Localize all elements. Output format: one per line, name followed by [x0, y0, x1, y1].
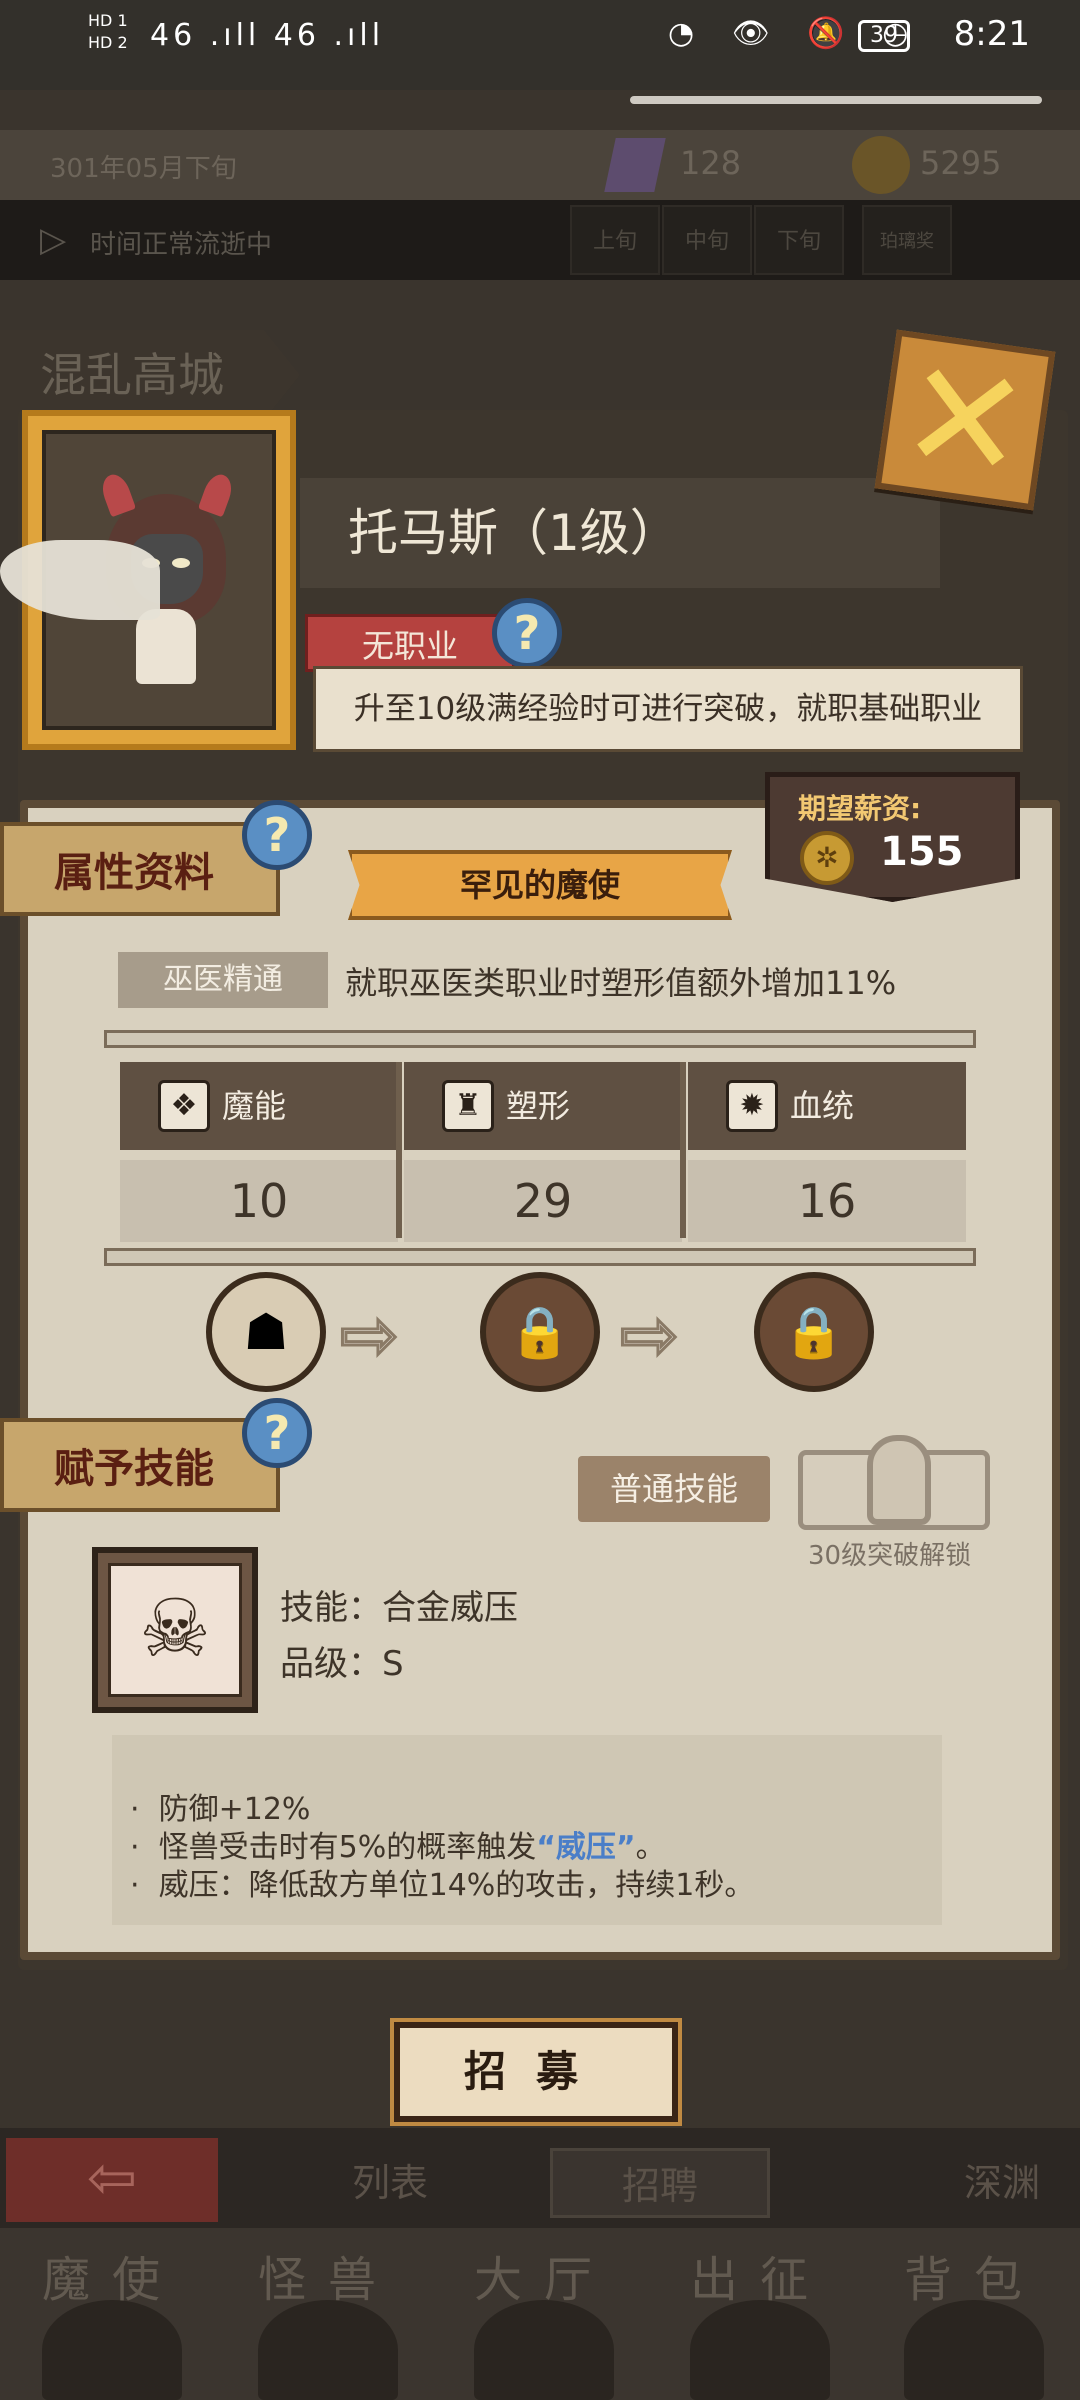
mask-icon: ☠ [108, 1563, 242, 1697]
date-text: 301年05月下旬 [50, 154, 237, 184]
stat-divider [396, 1062, 402, 1238]
crystal-count: 128 [680, 144, 742, 182]
stat-shape: 塑形 ♜ 29 [404, 1062, 682, 1242]
envoy-icon [42, 2300, 182, 2400]
arrow-icon: ⇨ [339, 1294, 401, 1376]
coin-icon: ✲ [800, 831, 854, 885]
status-bar: HD 1 HD 2 46 .ıll 46 .ıll ◔ 👁 🔕 ◷ 39 8:2… [0, 0, 1080, 90]
arrow-icon: ⇨ [619, 1294, 681, 1376]
sim-indicator: HD 1 HD 2 [88, 11, 128, 52]
time-status: 时间正常流逝中 [90, 230, 273, 260]
clock: 8:21 [953, 14, 1030, 54]
stat-value: 29 [404, 1160, 682, 1242]
drag-handle[interactable] [630, 96, 1042, 104]
locked-caption: 30级突破解锁 [808, 1541, 972, 1571]
hood-icon: ☗ [243, 1303, 289, 1361]
period-early[interactable]: 上旬 [570, 205, 660, 275]
trait-name: 巫医精通 [118, 952, 328, 1008]
bloodline-icon: ✹ [726, 1080, 778, 1132]
attributes-help-button[interactable]: ? [242, 800, 312, 870]
progression-node-locked-1[interactable]: 🔒 [480, 1272, 600, 1392]
job-tag: 无职业 [305, 614, 515, 672]
normal-skill-button[interactable]: 普通技能 [578, 1456, 770, 1522]
salary-badge: 期望薪资: ✲ 155 [765, 772, 1020, 902]
shape-icon: ♜ [442, 1080, 494, 1132]
horn-left [97, 470, 137, 518]
horn-right [197, 470, 237, 518]
skill-grade: 品级：S [280, 1644, 404, 1684]
character-name: 托马斯（1级） [300, 478, 940, 588]
period-late[interactable]: 下旬 [754, 205, 844, 275]
bag-icon [904, 2300, 1044, 2400]
progression-node-locked-2[interactable]: 🔒 [754, 1272, 874, 1392]
stat-value: 10 [120, 1160, 398, 1242]
expedition-icon [690, 2300, 830, 2400]
progression-node-current[interactable]: ☗ [206, 1272, 326, 1392]
tab-recruit[interactable]: 招聘 [550, 2148, 770, 2218]
back-button[interactable]: ⇦ [6, 2138, 218, 2222]
tab-list[interactable]: 列表 [240, 2148, 540, 2218]
play-icon[interactable]: ▷ [40, 220, 66, 260]
stat-divider [680, 1062, 686, 1238]
lock-icon: 🔒 [782, 1303, 846, 1361]
skills-help-button[interactable]: ? [242, 1398, 312, 1468]
stat-bloodline: 血统 ✹ 16 [688, 1062, 966, 1242]
salary-value: 155 [880, 829, 964, 875]
back-arrow-icon: ⇦ [86, 2143, 138, 2213]
coin-icon [852, 136, 910, 194]
skill-desc-line: · 威压：降低敌方单位14%的攻击，持续1秒。 [130, 1868, 755, 1903]
salary-label: 期望薪资: [798, 792, 922, 825]
skill-icon-frame: ☠ [92, 1547, 258, 1713]
recruit-button[interactable]: 招募 [390, 2018, 682, 2126]
lock-icon [867, 1435, 931, 1525]
section-skills: 赋予技能 [0, 1418, 280, 1512]
stat-value: 16 [688, 1160, 966, 1242]
rarity-ribbon: 罕见的魔使 [348, 850, 732, 920]
battery-icon: 39 [858, 20, 910, 52]
divider-top [104, 1030, 976, 1048]
trait-description: 就职巫医类职业时塑形值额外增加11% [345, 964, 897, 1002]
stat-magic: 魔能 ❖ 10 [120, 1062, 398, 1242]
locked-skill-slot[interactable] [798, 1435, 990, 1530]
character-body [136, 609, 196, 684]
section-attributes: 属性资料 [0, 822, 280, 916]
tab-abyss[interactable]: 深渊 [860, 2148, 1060, 2218]
hall-icon [474, 2300, 614, 2400]
region-label: 混乱高城 [0, 330, 300, 420]
coin-count: 5295 [920, 144, 1002, 182]
divider-bottom [104, 1248, 976, 1266]
signal-icon: 46 .ıll 46 .ıll [150, 18, 385, 53]
shop-button[interactable]: 珀璃奖 [862, 205, 952, 275]
close-icon: ✕ [890, 326, 1040, 516]
job-hint: 升至10级满经验时可进行突破，就职基础职业 [313, 666, 1023, 752]
close-button[interactable]: ✕ [874, 326, 1056, 516]
magic-icon: ❖ [158, 1080, 210, 1132]
period-mid[interactable]: 中旬 [662, 205, 752, 275]
eye-right [172, 558, 190, 568]
monster-icon [258, 2300, 398, 2400]
job-help-button[interactable]: ? [492, 598, 562, 668]
lock-icon: 🔒 [508, 1303, 572, 1361]
crystal-icon [604, 138, 666, 192]
skill-name: 技能：合金威压 [280, 1588, 518, 1628]
top-info-bar: 301年05月下旬 128 5295 [0, 130, 1080, 200]
